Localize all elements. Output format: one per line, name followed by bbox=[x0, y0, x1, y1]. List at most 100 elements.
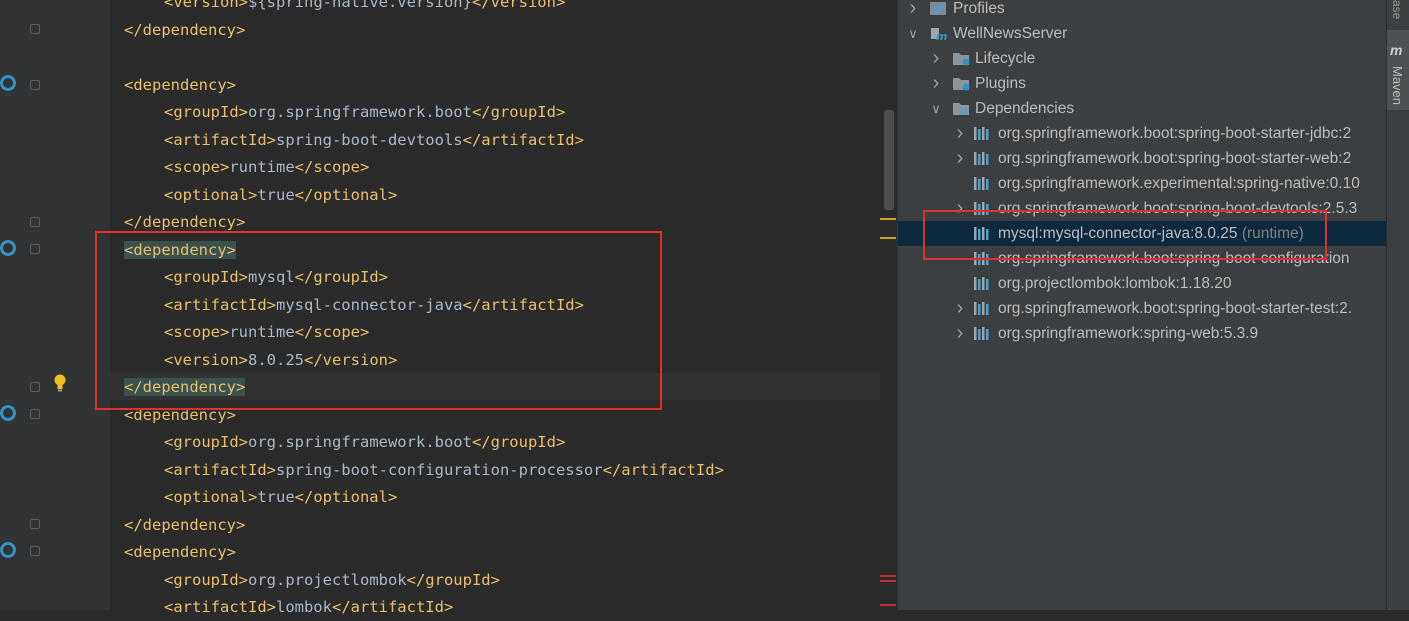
chevron-right-icon[interactable]: › bbox=[906, 0, 920, 21]
xml-text-value: lombok bbox=[275, 598, 332, 616]
tree-node-text: Dependencies bbox=[975, 100, 1075, 117]
xml-close-tag: </groupId> bbox=[406, 570, 500, 589]
tree-node[interactable]: › Plugins bbox=[898, 71, 1387, 96]
right-tool-strip: ase m Maven bbox=[1386, 0, 1409, 610]
chevron-down-icon[interactable]: ∨ bbox=[929, 96, 943, 121]
annotation-highlight-box bbox=[923, 210, 1327, 260]
tree-node-text: org.springframework.experimental:spring-… bbox=[998, 175, 1360, 192]
tree-node[interactable]: › org.springframework.boot:spring-boot-st… bbox=[898, 296, 1387, 321]
code-line[interactable]: <artifactId>spring-boot-devtools</artifa… bbox=[164, 127, 584, 154]
chevron-right-icon[interactable]: › bbox=[953, 296, 967, 321]
tree-node-label: org.projectlombok:lombok:1.18.20 bbox=[998, 271, 1232, 296]
code-line[interactable]: <optional>true</optional> bbox=[164, 182, 397, 209]
code-line[interactable]: <artifactId>lombok</artifactId> bbox=[164, 594, 453, 621]
xml-close-tag: </optional> bbox=[294, 185, 398, 204]
xml-close-tag: </artifactId> bbox=[331, 598, 454, 616]
fold-marker[interactable] bbox=[30, 217, 40, 227]
xml-open-tag: <version> bbox=[164, 0, 248, 11]
code-line[interactable]: <dependency> bbox=[124, 539, 236, 566]
tree-node[interactable]: › org.springframework.boot:spring-boot-st… bbox=[898, 146, 1387, 171]
xml-open-tag: <scope> bbox=[164, 158, 230, 176]
tree-node-label: Dependencies bbox=[975, 96, 1074, 121]
tree-node-text: Profiles bbox=[953, 0, 1005, 17]
editor-vertical-scrollbar[interactable] bbox=[884, 110, 894, 210]
code-line[interactable]: <groupId>org.springframework.boot</group… bbox=[164, 429, 565, 456]
fold-marker[interactable] bbox=[30, 519, 40, 529]
side-tab-maven-label: Maven bbox=[1390, 66, 1405, 106]
chevron-right-icon[interactable]: › bbox=[929, 46, 943, 71]
xml-text-value: org.springframework.boot bbox=[248, 103, 472, 121]
code-editor[interactable]: <version>${spring-native.version}</versi… bbox=[0, 0, 896, 616]
chevron-right-icon[interactable]: › bbox=[953, 146, 967, 171]
xml-close-tag: </dependency> bbox=[124, 213, 246, 231]
navigate-dependency-icon[interactable] bbox=[0, 240, 16, 256]
tree-node-label: org.springframework.boot:spring-boot-sta… bbox=[998, 121, 1351, 146]
library-icon bbox=[974, 327, 989, 340]
xml-open-tag: <optional> bbox=[164, 488, 258, 506]
navigate-dependency-icon[interactable] bbox=[0, 75, 16, 91]
scrollbar-error-marker[interactable] bbox=[880, 575, 896, 577]
xml-open-tag: <artifactId> bbox=[164, 130, 276, 149]
code-line[interactable]: <groupId>org.springframework.boot</group… bbox=[164, 99, 565, 126]
xml-text-value: ${spring-native.version} bbox=[248, 0, 472, 11]
fold-marker[interactable] bbox=[30, 382, 40, 392]
xml-open-tag: <groupId> bbox=[164, 103, 248, 121]
code-line[interactable]: <groupId>org.projectlombok</groupId> bbox=[164, 567, 500, 594]
tree-node[interactable]: ∨ m WellNewsServer bbox=[898, 21, 1387, 46]
scrollbar-error-marker[interactable] bbox=[880, 580, 896, 582]
tree-node[interactable]: › Profiles bbox=[898, 0, 1387, 21]
code-line[interactable]: <dependency> bbox=[124, 72, 236, 99]
scrollbar-warning-marker[interactable] bbox=[880, 237, 896, 239]
tree-node-label: org.springframework.boot:spring-boot-sta… bbox=[998, 146, 1351, 171]
tree-node-text: WellNewsServer bbox=[953, 25, 1068, 42]
code-line[interactable]: </dependency> bbox=[124, 17, 245, 44]
fold-marker[interactable] bbox=[30, 244, 40, 254]
chevron-right-icon[interactable]: › bbox=[953, 121, 967, 146]
editor-gutter bbox=[0, 0, 110, 610]
tree-node[interactable]: org.projectlombok:lombok:1.18.20 bbox=[898, 271, 1387, 296]
library-icon bbox=[974, 152, 989, 165]
xml-open-tag: <groupId> bbox=[164, 570, 248, 589]
tree-node-text: org.springframework.boot:spring-boot-sta… bbox=[998, 125, 1352, 142]
code-line[interactable]: </dependency> bbox=[124, 512, 245, 539]
scrollbar-error-marker[interactable] bbox=[880, 604, 896, 606]
tree-node[interactable]: › Lifecycle bbox=[898, 46, 1387, 71]
code-line[interactable]: <artifactId>spring-boot-configuration-pr… bbox=[164, 457, 724, 484]
tree-node-label: org.springframework:spring-web:5.3.9 bbox=[998, 321, 1258, 346]
chevron-right-icon[interactable]: › bbox=[953, 321, 967, 346]
maven-tool-window: › Profiles ∨ m WellNewsServer › Lifecycle › Plug… bbox=[897, 0, 1387, 610]
svg-text:m: m bbox=[936, 30, 947, 41]
code-line[interactable]: <scope>runtime</scope> bbox=[164, 154, 369, 181]
side-tab-maven[interactable]: m Maven bbox=[1387, 30, 1409, 110]
tree-node[interactable]: org.springframework.experimental:spring-… bbox=[898, 171, 1387, 196]
chevron-down-icon[interactable]: ∨ bbox=[906, 21, 920, 46]
plugins-folder-icon bbox=[953, 78, 970, 91]
tree-node[interactable]: › org.springframework.boot:spring-boot-st… bbox=[898, 121, 1387, 146]
xml-open-tag: <artifactId> bbox=[164, 598, 276, 616]
xml-text-value: true bbox=[257, 488, 295, 506]
tree-node-text: org.springframework.boot:spring-boot-sta… bbox=[998, 150, 1352, 167]
code-line[interactable]: <optional>true</optional> bbox=[164, 484, 397, 511]
scrollbar-warning-marker[interactable] bbox=[880, 218, 896, 220]
profiles-icon bbox=[930, 2, 946, 15]
xml-text-value: spring-boot-configuration-processor bbox=[275, 460, 603, 479]
tree-node[interactable]: ∨ Dependencies bbox=[898, 96, 1387, 121]
maven-logo-icon: m bbox=[1390, 42, 1403, 58]
code-line[interactable]: <version>${spring-native.version}</versi… bbox=[164, 0, 565, 16]
side-tab-database-fragment[interactable]: ase bbox=[1390, 0, 1404, 19]
fold-marker[interactable] bbox=[30, 546, 40, 556]
intention-lightbulb-icon[interactable] bbox=[53, 374, 67, 392]
fold-marker[interactable] bbox=[30, 80, 40, 90]
navigate-dependency-icon[interactable] bbox=[0, 542, 16, 558]
navigate-dependency-icon[interactable] bbox=[0, 405, 16, 421]
fold-marker[interactable] bbox=[30, 24, 40, 34]
xml-close-tag: </dependency> bbox=[124, 20, 246, 39]
tree-node-label: org.springframework.experimental:spring-… bbox=[998, 171, 1360, 196]
library-icon bbox=[974, 177, 989, 190]
annotation-highlight-box bbox=[95, 231, 662, 410]
fold-marker[interactable] bbox=[30, 409, 40, 419]
xml-open-tag: <dependency> bbox=[124, 75, 236, 94]
chevron-right-icon[interactable]: › bbox=[929, 71, 943, 96]
lifecycle-folder-icon bbox=[953, 53, 970, 66]
tree-node[interactable]: › org.springframework:spring-web:5.3.9 bbox=[898, 321, 1387, 346]
